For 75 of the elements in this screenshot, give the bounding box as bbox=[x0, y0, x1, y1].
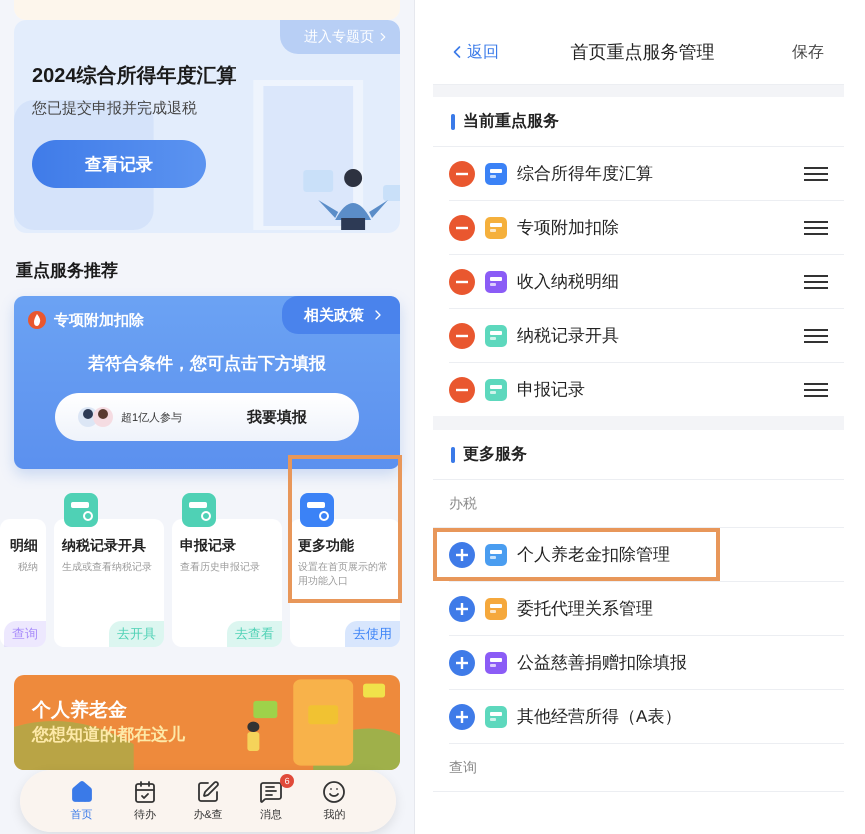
banner-subtitle: 您想知道的都在这儿 bbox=[32, 724, 186, 746]
remove-button[interactable] bbox=[449, 376, 475, 402]
service-icon bbox=[485, 216, 507, 238]
group-label: 办税 bbox=[433, 480, 844, 528]
service-name: 其他经营所得（A表） bbox=[517, 706, 682, 728]
service-name: 收入纳税明细 bbox=[517, 271, 619, 293]
group-label: 查询 bbox=[433, 744, 844, 792]
back-link[interactable]: 返回 bbox=[447, 42, 499, 62]
flame-icon bbox=[28, 311, 46, 329]
service-icon bbox=[485, 270, 507, 292]
nav-tab[interactable]: 我的 bbox=[311, 774, 358, 830]
message-icon bbox=[259, 780, 284, 804]
remove-button[interactable] bbox=[449, 322, 475, 348]
card-title: 纳税记录开具 bbox=[62, 537, 147, 555]
add-button[interactable] bbox=[449, 596, 475, 622]
service-card[interactable]: 申报记录 查看历史申报记录 去查看 bbox=[172, 519, 282, 647]
unread-badge: 6 bbox=[280, 774, 294, 788]
promo-title: 专项附加扣除 bbox=[28, 310, 144, 330]
service-name: 综合所得年度汇算 bbox=[517, 163, 653, 185]
nav-tab[interactable]: 待办 bbox=[122, 774, 168, 830]
view-records-button[interactable]: 查看记录 bbox=[32, 140, 206, 188]
service-icon bbox=[485, 378, 507, 400]
hero-subtitle: 您已提交申报并完成退税 bbox=[32, 99, 197, 118]
calendar-check-icon bbox=[132, 780, 157, 804]
card-title: 更多功能 bbox=[298, 537, 355, 555]
service-name: 专项附加扣除 bbox=[517, 217, 619, 239]
hero-title: 2024综合所得年度汇算 bbox=[32, 64, 236, 89]
service-name: 个人养老金扣除管理 bbox=[517, 544, 670, 566]
service-icon bbox=[485, 652, 507, 674]
remove-button[interactable] bbox=[449, 268, 475, 294]
card-description: 税纳 bbox=[18, 561, 38, 575]
drag-handle-icon[interactable] bbox=[804, 328, 828, 344]
drag-handle-icon[interactable] bbox=[804, 382, 828, 398]
add-button[interactable] bbox=[449, 650, 475, 676]
add-button[interactable] bbox=[449, 542, 475, 568]
nav-tab[interactable]: 首页 bbox=[58, 774, 105, 830]
smiley-icon bbox=[322, 780, 346, 804]
service-icon bbox=[485, 706, 507, 728]
add-button[interactable] bbox=[449, 704, 475, 730]
pen-square-icon bbox=[196, 780, 220, 804]
nav-tab[interactable]: 办&查 bbox=[184, 774, 231, 830]
people-icon bbox=[77, 406, 115, 428]
section-title: 当前重点服务 bbox=[463, 111, 559, 132]
service-icon bbox=[485, 544, 507, 566]
participants-text: 超1亿人参与 bbox=[121, 410, 182, 424]
service-name: 纳税记录开具 bbox=[517, 325, 619, 347]
page-title: 首页重点服务管理 bbox=[570, 41, 714, 64]
service-icon bbox=[485, 324, 507, 346]
remove-button[interactable] bbox=[449, 160, 475, 186]
remove-button[interactable] bbox=[449, 214, 475, 240]
service-card[interactable]: 明细 税纳 查询 bbox=[0, 519, 46, 647]
service-icon bbox=[485, 162, 507, 184]
card-title: 明细 bbox=[10, 537, 38, 555]
service-card[interactable]: 更多功能 设置在首页展示的常用功能入口 去使用 bbox=[290, 519, 400, 647]
card-description: 设置在首页展示的常用功能入口 bbox=[298, 561, 389, 589]
drag-handle-icon[interactable] bbox=[804, 166, 828, 182]
fill-in-button[interactable]: 我要填报 bbox=[241, 406, 313, 428]
home-icon bbox=[70, 780, 94, 804]
card-description: 查看历史申报记录 bbox=[180, 561, 261, 575]
section-title: 重点服务推荐 bbox=[16, 260, 119, 282]
service-name: 委托代理关系管理 bbox=[517, 598, 653, 620]
card-title: 申报记录 bbox=[180, 537, 237, 555]
section-title: 更多服务 bbox=[463, 444, 527, 465]
service-name: 公益慈善捐赠扣除填报 bbox=[517, 652, 687, 674]
drag-handle-icon[interactable] bbox=[804, 274, 828, 290]
promo-message: 若符合条件，您可点击下方填报 bbox=[88, 353, 326, 375]
card-description: 生成或查看纳税记录 bbox=[62, 561, 153, 575]
banner-title: 个人养老金 bbox=[32, 698, 128, 723]
drag-handle-icon[interactable] bbox=[804, 220, 828, 236]
save-button[interactable]: 保存 bbox=[786, 40, 830, 64]
policy-link[interactable]: 相关政策 bbox=[282, 296, 400, 334]
service-icon bbox=[485, 598, 507, 620]
nav-tab[interactable]: 消息 6 bbox=[248, 774, 294, 830]
service-name: 申报记录 bbox=[517, 379, 585, 401]
service-card[interactable]: 纳税记录开具 生成或查看纳税记录 去开具 bbox=[54, 519, 164, 647]
